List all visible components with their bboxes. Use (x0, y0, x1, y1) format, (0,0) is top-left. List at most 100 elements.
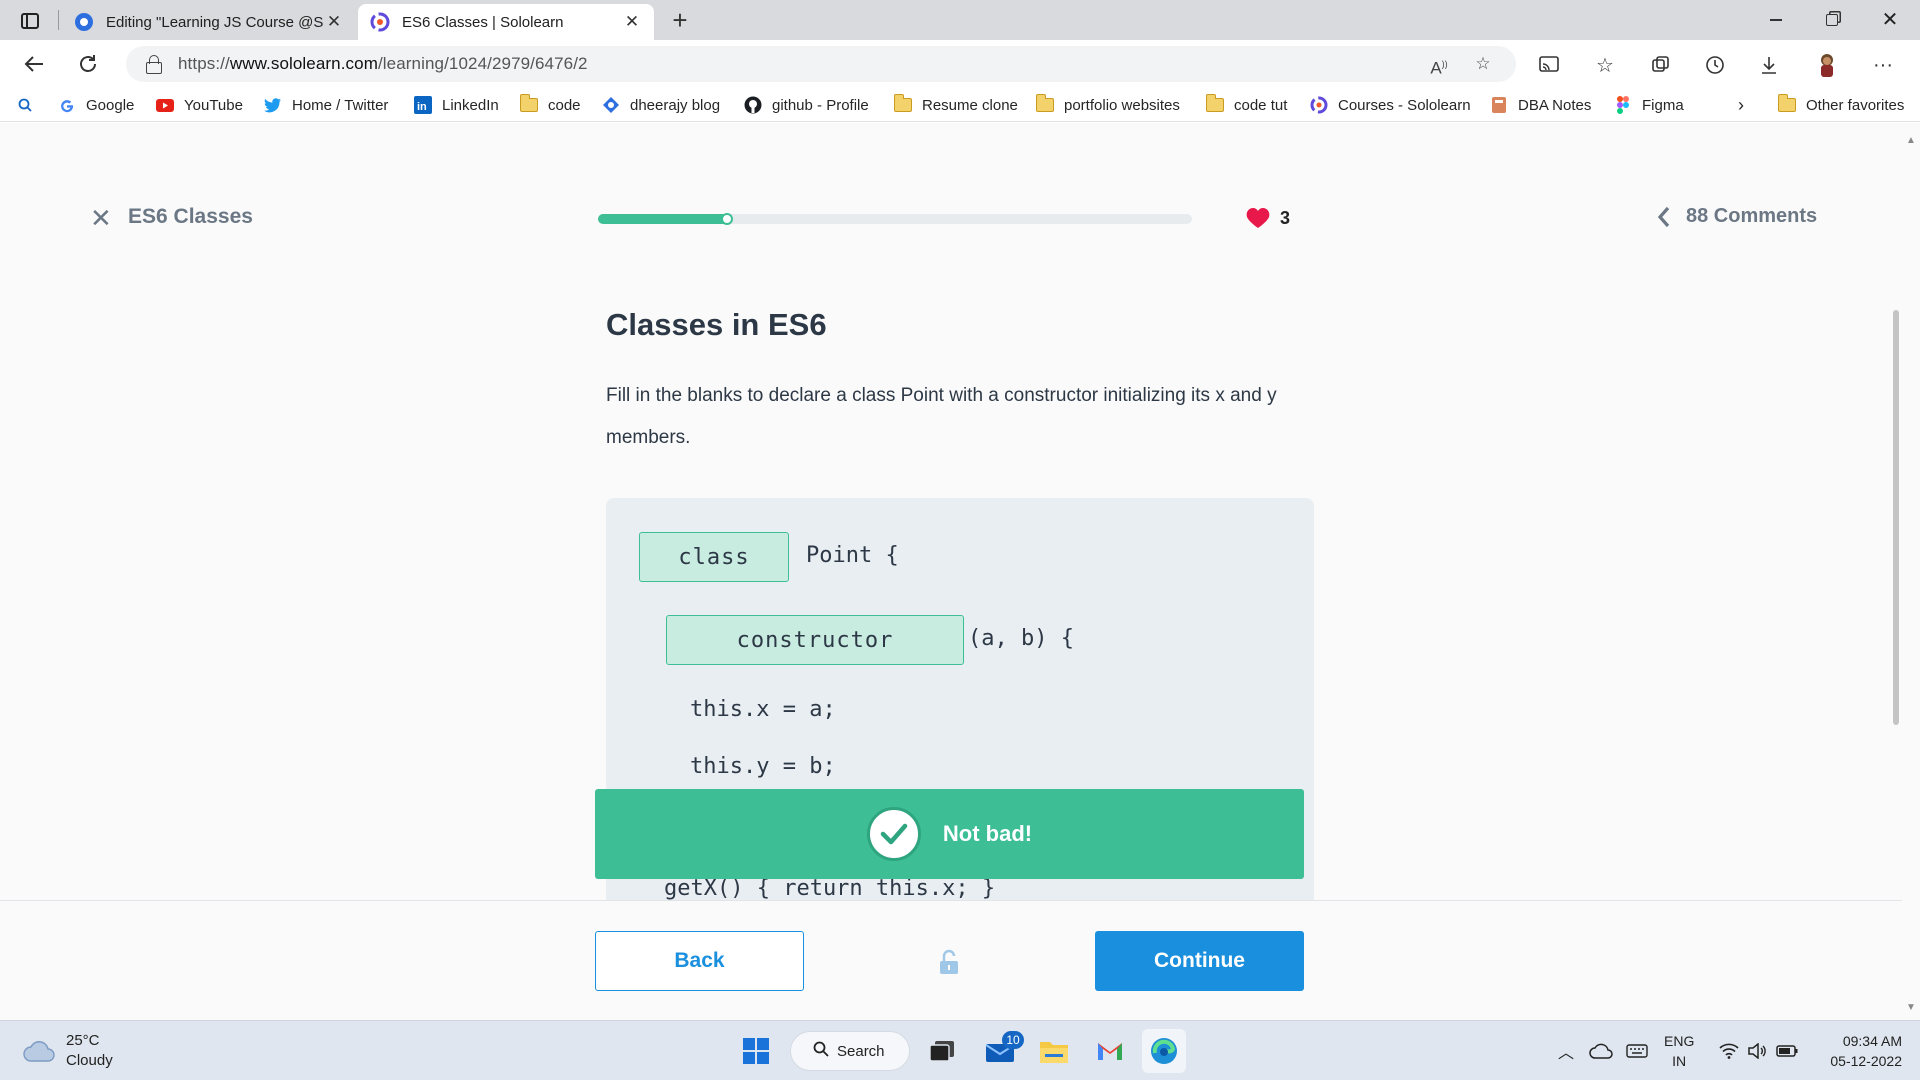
comments-link[interactable]: 88 Comments (1656, 205, 1817, 228)
hearts-counter: 3 (1246, 207, 1290, 229)
battery-icon[interactable] (1774, 1039, 1800, 1063)
window-restore-button[interactable] (1812, 6, 1852, 34)
unlock-icon[interactable] (938, 949, 960, 975)
check-circle-icon (866, 807, 921, 861)
lock-icon[interactable] (146, 55, 162, 74)
folder-icon (1777, 94, 1796, 114)
favorite-twitter[interactable]: Home / Twitter (264, 94, 388, 116)
window-minimize-button[interactable] (1756, 6, 1796, 34)
favorite-label: Courses - Sololearn (1338, 96, 1471, 114)
taskbar-clock[interactable]: 09:34 AM 05-12-2022 (1810, 1031, 1902, 1071)
favorite-label: dheerajy blog (630, 96, 721, 114)
youtube-icon (156, 96, 174, 114)
favorite-label: YouTube (184, 96, 243, 114)
tab-close-icon[interactable]: ✕ (324, 12, 344, 32)
weather-widget[interactable]: 25°C Cloudy (22, 1031, 113, 1071)
mail-app-button[interactable]: 10 (978, 1029, 1024, 1073)
search-label: Search (837, 1042, 885, 1060)
file-explorer-button[interactable] (1032, 1029, 1076, 1073)
favorite-github[interactable]: github - Profile (744, 94, 869, 116)
close-lesson-icon[interactable]: ✕ (90, 205, 112, 231)
favorite-dheerajy-blog[interactable]: dheerajy blog (602, 94, 720, 116)
taskbar-search[interactable]: Search (790, 1031, 910, 1071)
edge-icon (1151, 1038, 1177, 1064)
favorite-folder-resume-clone[interactable]: Resume clone (893, 94, 1018, 116)
lesson-page: ✕ ES6 Classes 3 88 Comments Classes in E… (0, 123, 1920, 1020)
tab-editing-course[interactable]: Editing "Learning JS Course @Sc ✕ (62, 4, 356, 40)
tab-label: Editing "Learning JS Course @Sc (106, 13, 324, 31)
cast-icon[interactable] (1534, 50, 1564, 80)
mail-badge: 10 (1002, 1031, 1024, 1049)
gmail-app-button[interactable] (1088, 1029, 1132, 1073)
clock-date: 05-12-2022 (1830, 1053, 1902, 1069)
favorite-label: Figma (1642, 96, 1684, 114)
favorite-other-favorites[interactable]: Other favorites (1777, 94, 1905, 116)
folder-icon (519, 94, 538, 114)
back-button[interactable]: Back (595, 931, 804, 991)
wifi-icon[interactable] (1716, 1039, 1742, 1063)
window-close-button[interactable]: ✕ (1870, 6, 1910, 34)
favorite-linkedin[interactable]: in LinkedIn (414, 94, 499, 116)
weather-temperature: 25°C (66, 1032, 100, 1049)
blog-favicon-icon (75, 13, 93, 31)
favorite-courses-sololearn[interactable]: Courses - Sololearn (1310, 94, 1471, 116)
twitter-icon (264, 96, 282, 114)
new-tab-button[interactable]: + (666, 7, 694, 35)
favorite-label: Google (86, 96, 135, 114)
favorites-icon[interactable]: ☆ (1590, 50, 1620, 80)
address-bar[interactable]: https://www.sololearn.com/learning/1024/… (126, 46, 1516, 82)
onedrive-icon[interactable] (1586, 1039, 1616, 1063)
favorites-overflow-chevron-icon[interactable]: › (1738, 94, 1744, 116)
favorite-label: Other favorites (1806, 96, 1905, 114)
touch-keyboard-icon[interactable] (1622, 1039, 1652, 1063)
language-code: ENG (1664, 1033, 1695, 1049)
favorite-folder-portfolio[interactable]: portfolio websites (1035, 94, 1180, 116)
scroll-down-arrow-icon[interactable]: ▼ (1904, 1003, 1918, 1013)
downloads-icon[interactable] (1754, 50, 1784, 80)
lesson-title: ES6 Classes (128, 205, 253, 228)
refresh-icon[interactable] (72, 48, 104, 80)
url-text[interactable]: https://www.sololearn.com/learning/1024/… (178, 54, 588, 74)
collections-icon[interactable] (1646, 50, 1676, 80)
history-icon[interactable] (1700, 50, 1730, 80)
favorite-folder-code[interactable]: code (519, 94, 581, 116)
edge-app-button[interactable] (1142, 1029, 1186, 1073)
language-indicator[interactable]: ENG IN (1664, 1031, 1694, 1071)
clock-time: 09:34 AM (1842, 1033, 1902, 1049)
favorite-youtube[interactable]: YouTube (156, 94, 243, 116)
folder-icon (1040, 1042, 1068, 1063)
favorite-dba-notes[interactable]: DBA Notes (1490, 94, 1591, 116)
lesson-footer: Back Continue (0, 900, 1920, 1020)
feedback-toast: Not bad! (595, 789, 1304, 879)
profile-avatar[interactable] (1812, 50, 1842, 80)
question-text: Fill in the blanks to declare a class Po… (606, 385, 1277, 448)
tab-actions-icon[interactable] (14, 8, 46, 34)
tray-overflow-chevron-icon[interactable]: ︿ (1554, 1039, 1578, 1063)
start-button[interactable] (734, 1029, 778, 1073)
favorite-label: github - Profile (772, 96, 869, 114)
more-menu-icon[interactable]: ··· (1868, 50, 1898, 80)
favorite-folder-code-tut[interactable]: code tut (1205, 94, 1287, 116)
answer-blank-2[interactable]: constructor (666, 615, 964, 665)
volume-icon[interactable] (1744, 1039, 1770, 1063)
tab-close-icon[interactable]: ✕ (622, 12, 642, 32)
scroll-up-arrow-icon[interactable]: ▲ (1904, 136, 1918, 146)
folder-icon (1205, 94, 1224, 114)
favorite-google[interactable]: Google (58, 94, 134, 116)
back-arrow-icon[interactable] (18, 48, 50, 80)
tab-es6-classes[interactable]: ES6 Classes | Sololearn ✕ (358, 4, 654, 40)
favorites-search-icon[interactable] (18, 94, 32, 116)
favorite-figma[interactable]: Figma (1614, 94, 1684, 116)
windows-logo-icon (743, 1038, 769, 1064)
add-favorite-icon[interactable]: ☆ (1472, 54, 1494, 76)
lesson-progress-bar (598, 213, 1192, 225)
favorite-label: portfolio websites (1064, 96, 1180, 114)
read-aloud-icon[interactable]: A)) (1428, 54, 1450, 78)
progress-knob (721, 213, 733, 225)
figma-icon (1614, 96, 1632, 114)
answer-blank-1[interactable]: class (639, 532, 789, 582)
page-scrollbar[interactable] (1902, 123, 1920, 1020)
scrollbar-thumb[interactable] (1893, 310, 1899, 725)
task-view-button[interactable] (920, 1029, 964, 1073)
continue-button[interactable]: Continue (1095, 931, 1304, 991)
